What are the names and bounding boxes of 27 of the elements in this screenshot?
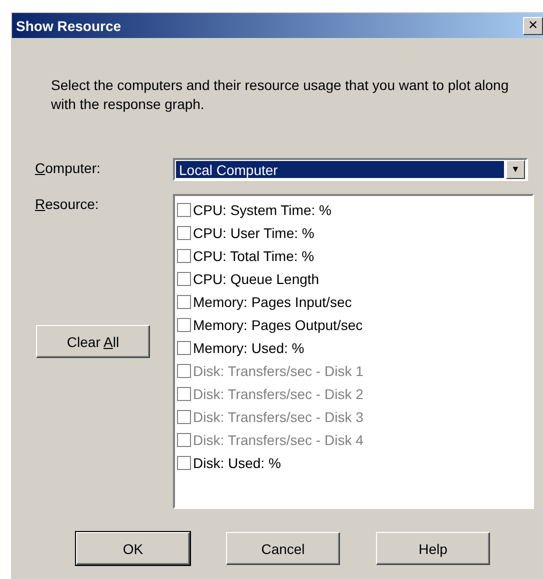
checkbox[interactable] <box>177 226 191 240</box>
checkbox[interactable] <box>177 318 191 332</box>
computer-label: Computer: <box>35 159 102 178</box>
dropdown-caret-icon[interactable]: ▼ <box>506 160 525 179</box>
computer-dropdown[interactable]: Local Computer ▼ <box>173 158 528 181</box>
close-button[interactable]: × <box>523 16 543 34</box>
checkbox[interactable] <box>177 248 191 262</box>
dialog-button[interactable]: Cancel <box>226 532 340 565</box>
resource-item-label[interactable]: Memory: Pages Output/sec <box>193 316 363 332</box>
checkbox[interactable] <box>177 202 191 216</box>
checkbox[interactable] <box>177 340 191 354</box>
resource-item-label[interactable]: Disk: Used: % <box>193 454 281 470</box>
dialog-button[interactable]: OK <box>76 532 190 565</box>
checkbox[interactable] <box>177 456 191 470</box>
checkbox[interactable] <box>177 272 191 286</box>
resource-item-label[interactable]: CPU: System Time: % <box>193 202 332 218</box>
instruction-text: Select the computers and their resource usage that you want to plot along with the response graph. <box>51 76 510 114</box>
resource-item-label[interactable]: CPU: Total Time: % <box>193 248 314 264</box>
resource-item-label[interactable]: CPU: User Time: % <box>193 224 314 240</box>
checkbox[interactable] <box>177 294 191 308</box>
dialog-button[interactable]: Help <box>376 532 490 565</box>
resource-item-label[interactable]: Memory: Used: % <box>193 340 304 356</box>
window-title: Show Resource <box>16 18 122 34</box>
resource-label: Resource: <box>35 195 100 214</box>
resource-item-label[interactable]: Memory: Pages Input/sec <box>193 294 352 310</box>
clear-all-button[interactable]: Clear All <box>36 325 150 358</box>
resource-item-label[interactable]: CPU: Queue Length <box>193 270 320 286</box>
